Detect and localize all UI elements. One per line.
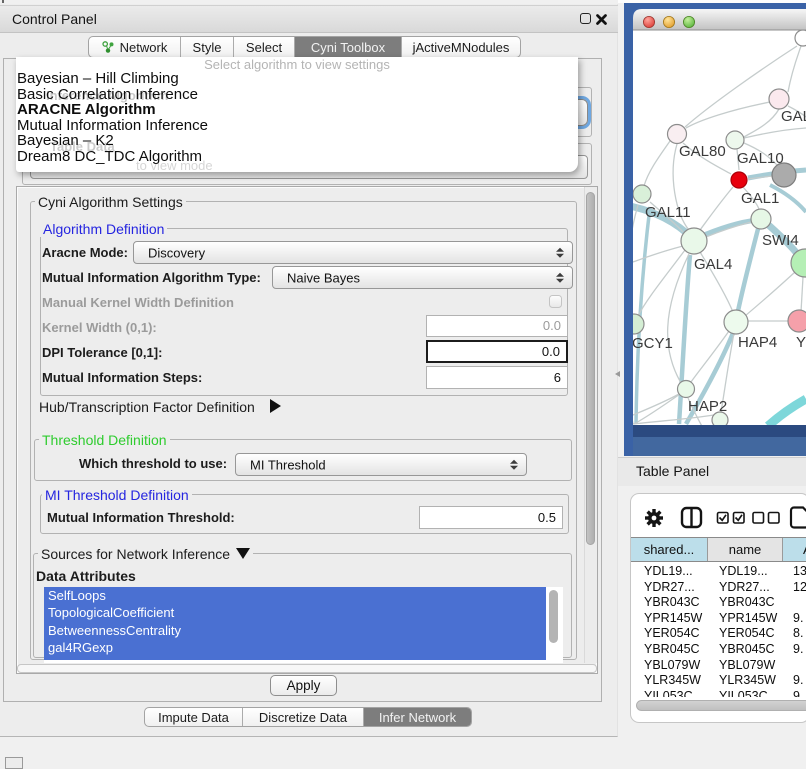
svg-text:HAP4: HAP4 (738, 334, 777, 351)
svg-text:GCY1: GCY1 (632, 335, 673, 352)
svg-text:GAL4: GAL4 (694, 256, 732, 273)
svg-text:GAL80: GAL80 (679, 143, 726, 160)
svg-text:SWI4: SWI4 (762, 232, 799, 249)
svg-text:GAL7: GAL7 (781, 108, 806, 125)
svg-text:YEL: YEL (796, 334, 806, 351)
svg-text:HAP2: HAP2 (688, 398, 727, 415)
svg-text:GAL10: GAL10 (737, 150, 784, 167)
svg-text:GAL1: GAL1 (741, 190, 779, 207)
svg-text:GAL11: GAL11 (645, 204, 691, 221)
